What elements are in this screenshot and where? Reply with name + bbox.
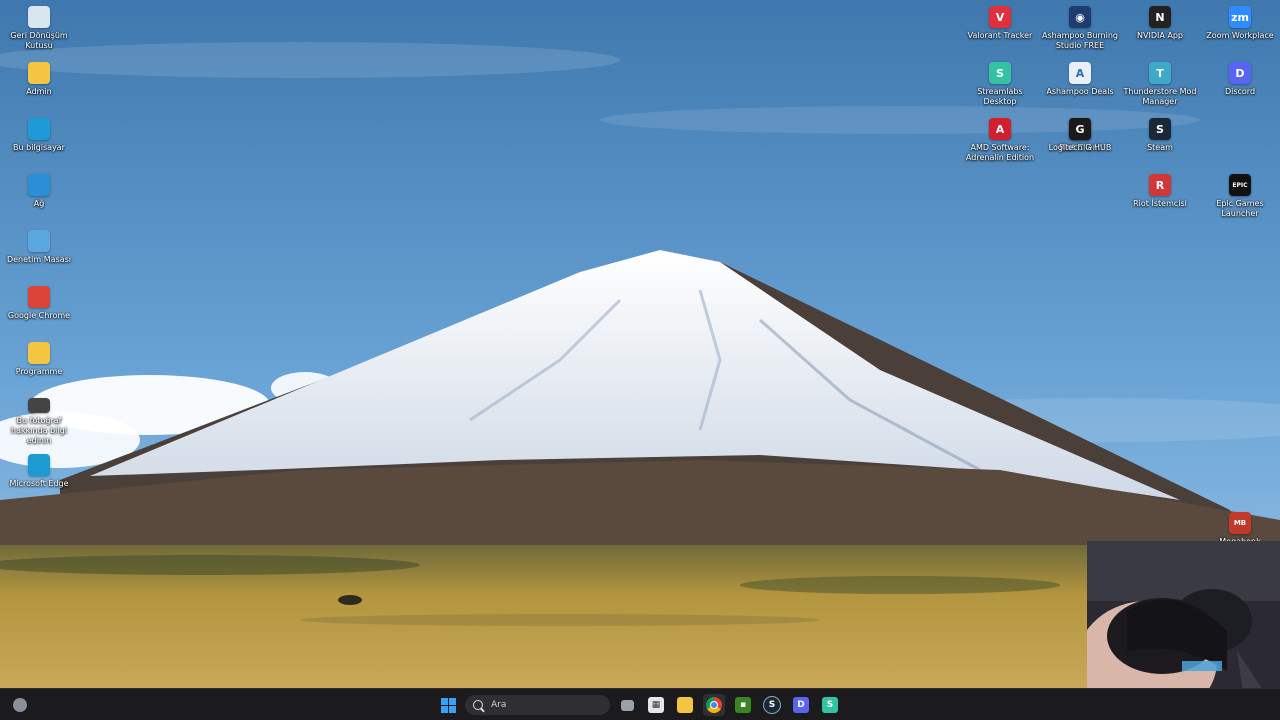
taskbar: Ara ▦ ▪ S D S [0,688,1280,720]
logitech-icon: G [1069,118,1091,140]
store-icon: ▦ [648,697,664,713]
desktop-icon[interactable]: V Valorant Tracker [960,2,1040,54]
start-button[interactable] [437,694,459,716]
thunderstore-icon: T [1149,62,1171,84]
desktop-icon-label: AMD Software: Adrenalin Edition [965,143,1035,162]
desktop-icon[interactable]: A AMD Software: Adrenalin Edition [960,114,1040,166]
task-view-icon [620,699,634,711]
nvidia-icon: N [1149,6,1171,28]
ashampoo-burning-icon: ◉ [1069,6,1091,28]
minecraft-button[interactable]: ▪ [732,694,754,716]
weather-widget-icon [13,698,27,712]
desktop-icon[interactable]: Denetim Masası [0,226,79,278]
minecraft-icon: ▪ [735,697,751,713]
folder-icon [28,342,50,364]
desktop-icon-label: Google Chrome [7,311,71,320]
search-placeholder: Ara [491,700,507,710]
recycle-bin-icon [28,6,50,28]
desktop-icon-label: Denetim Masası [6,255,72,264]
megabonk-icon: MB [1229,512,1251,534]
desktop-icon-label: NVIDIA App [1137,31,1183,40]
chrome-button[interactable] [703,694,725,716]
ashampoo-deals-icon: A [1069,62,1091,84]
desktop-icon[interactable]: Admin [0,58,79,110]
desktop-icon[interactable]: Geri Dönüşüm Kutusu [0,2,79,54]
widgets-button[interactable] [9,694,31,716]
desktop-icon-label: Thunderstore Mod Manager [1123,87,1197,106]
user-folder-icon [28,62,50,84]
edge-icon [28,454,50,476]
taskbar-search-box[interactable]: Ara [465,695,610,715]
desktop-icon[interactable]: Bu bilgisayar [0,114,79,166]
desktop-icon-label: Valorant Tracker [967,31,1033,40]
desktop-icon[interactable]: Ağ [0,170,79,222]
desktop-icon-label: Bu fotoğraf hakkında bilgi edinin [11,416,67,445]
store-button[interactable]: ▦ [645,694,667,716]
desktop-icon-label: Programme [15,367,63,376]
desktop-icon-label: Epic Games Launcher [1216,199,1264,218]
desktop-icon-label: Ashampoo Burning Studio FREE [1042,31,1118,50]
desktop-icon[interactable]: G Logitech G HUB [1040,114,1120,166]
desktop-icon-label: Steam [1147,143,1173,152]
desktop-icon-label: Admin [26,87,52,96]
folder-icon [677,697,693,713]
steam-icon: S [1149,118,1171,140]
desktop-icon[interactable]: Bu fotoğraf hakkında bilgi edinin [0,394,79,446]
desktop-icon[interactable]: N NVIDIA App [1120,2,1200,54]
desktop-icon[interactable]: Microsoft Edge [0,450,79,502]
desktop-icon[interactable]: T Thunderstore Mod Manager [1120,58,1200,110]
camera-info-icon [28,398,50,413]
desktop-icon[interactable]: S Streamlabs Desktop [960,58,1040,110]
epic-games-icon: EPIC [1229,174,1251,196]
discord-button[interactable]: D [790,694,812,716]
desktop-icon[interactable]: Google Chrome [0,282,79,334]
desktop-icon[interactable]: S Steam [1120,114,1200,166]
discord-icon: D [793,697,809,713]
desktop-icon[interactable]: A Ashampoo Deals [1040,58,1120,110]
desktop-icon-label: Discord [1224,87,1256,96]
valorant-tracker-icon: V [989,6,1011,28]
desktop-icon-label: Logitech G HUB [1048,143,1112,152]
steam-button[interactable]: S [761,694,783,716]
streamlabs-icon: S [989,62,1011,84]
desktop-icon[interactable]: zm Zoom Workplace [1200,2,1280,54]
streamlabs-button[interactable]: S [819,694,841,716]
desktop-icon[interactable]: EPIC Epic Games Launcher [1200,170,1280,222]
desktop-icon[interactable]: Programme [0,338,79,390]
desktop-icon-label: Ağ [33,199,45,208]
riot-client-icon: R [1149,174,1171,196]
desktop-icon[interactable]: D Discord [1200,58,1280,110]
discord-icon: D [1229,62,1251,84]
amd-icon: A [989,118,1011,140]
desktop-icon-label: Riot İstemcisi [1133,199,1187,208]
steam-icon: S [763,696,781,714]
desktop-icon-label: Microsoft Edge [9,479,69,488]
network-icon [28,174,50,196]
windows-start-icon [440,697,456,713]
desktop-icon-label: Streamlabs Desktop [977,87,1023,106]
desktop-icon-label: Geri Dönüşüm Kutusu [10,31,68,50]
control-panel-icon [28,230,50,252]
streamlabs-icon: S [822,697,838,713]
computer-icon [28,118,50,140]
desktop-icon-label: Zoom Workplace [1206,31,1274,40]
desktop-icon[interactable]: R Riot İstemcisi [1120,170,1200,222]
task-view-button[interactable] [616,694,638,716]
chrome-icon [28,286,50,308]
desktop-icon-label: Bu bilgisayar [13,143,65,152]
zoom-icon: zm [1229,6,1251,28]
chrome-icon [706,697,722,713]
search-icon [473,700,483,710]
desktop-icon[interactable]: ◉ Ashampoo Burning Studio FREE [1040,2,1120,54]
file-explorer-button[interactable] [674,694,696,716]
desktop-icon-label: Ashampoo Deals [1046,87,1114,96]
